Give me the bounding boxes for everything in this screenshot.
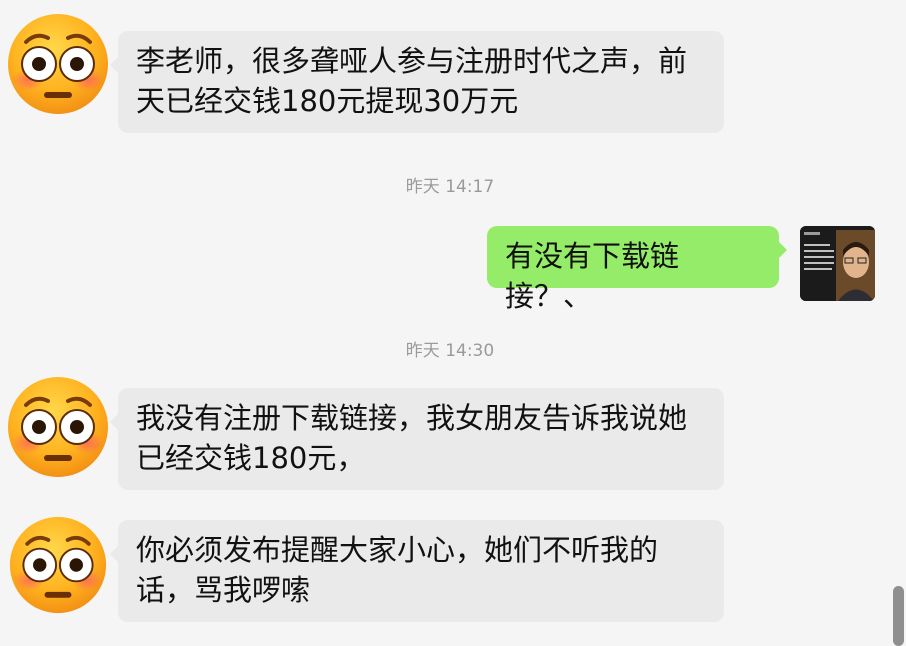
video-thumbnail-icon <box>800 226 875 301</box>
timestamp: 昨天 14:30 <box>405 341 495 361</box>
scrollbar-thumb[interactable] <box>893 586 904 646</box>
timestamp: 昨天 14:17 <box>405 177 495 197</box>
message-bubble-incoming[interactable]: 我没有注册下载链接，我女朋友告诉我说她已经交钱180元， <box>110 388 724 490</box>
message-bubble-incoming[interactable]: 李老师，很多聋哑人参与注册时代之声，前天已经交钱180元提现30万元 <box>110 31 724 133</box>
message-bubble-outgoing[interactable]: 有没有下载链接？、 <box>487 226 787 313</box>
flushed-face-emoji-icon[interactable] <box>6 375 110 479</box>
user-avatar[interactable] <box>800 226 875 301</box>
message-bubble-incoming[interactable]: 你必须发布提醒大家小心，她们不听我的话，骂我啰嗦 <box>110 520 724 622</box>
flushed-face-emoji-icon[interactable] <box>6 12 110 116</box>
flushed-face-emoji-icon[interactable] <box>7 515 112 619</box>
